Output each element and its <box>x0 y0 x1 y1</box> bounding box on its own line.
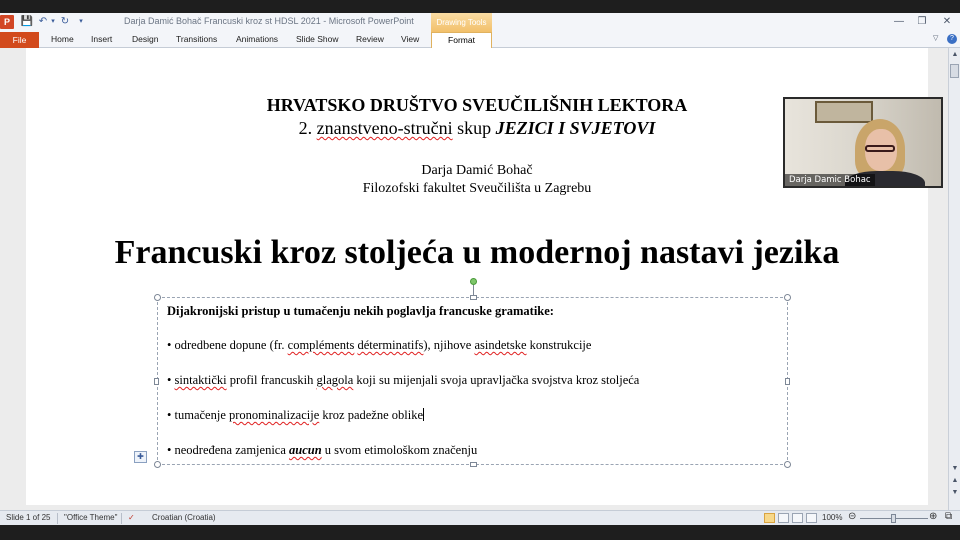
resize-handle-top-left[interactable] <box>154 294 161 301</box>
bottom-letterbox <box>0 525 960 540</box>
slide-counter[interactable]: Slide 1 of 25 <box>6 513 50 522</box>
status-separator <box>121 513 122 524</box>
bullet-item-1: • odredbene dopune (fr. compléments déte… <box>167 338 591 353</box>
tab-format[interactable]: Format <box>431 32 492 48</box>
resize-handle-left[interactable] <box>154 378 159 385</box>
bullet-4-word-aucun: aucun <box>289 443 322 457</box>
bullet-2-text-b: profil francuskih <box>226 373 317 387</box>
ribbon-tab-bar: File Home Insert Design Transitions Anim… <box>0 32 960 48</box>
webcam-person-glasses <box>865 145 895 152</box>
tab-design[interactable]: Design <box>132 34 158 44</box>
slide-sorter-view-button[interactable] <box>778 513 789 523</box>
bullet-1-text-c: konstrukcije <box>526 338 592 352</box>
zoom-in-icon[interactable]: ⊕ <box>929 511 937 522</box>
next-slide-icon[interactable]: ▼ <box>950 488 960 498</box>
normal-view-button[interactable] <box>764 513 775 523</box>
bullet-1-word-complements: compléments <box>287 338 355 352</box>
presentation-title[interactable]: Francuski kroz stoljeća u modernoj nasta… <box>26 234 928 272</box>
text-box-heading: Dijakronijski pristup u tumačenju nekih … <box>167 304 554 318</box>
bullet-2-text-c: koji su mijenjali svoja upravljačka svoj… <box>353 373 640 387</box>
powerpoint-window: P 💾 ↶ ▾ ↻ ▾ Darja Damić Bohač Francuski … <box>0 0 960 540</box>
conference-skup: skup <box>452 118 496 138</box>
scrollbar-thumb[interactable] <box>950 64 959 78</box>
resize-handle-bottom-left[interactable] <box>154 461 161 468</box>
status-bar: Slide 1 of 25 "Office Theme" ✓ Croatian … <box>0 510 960 525</box>
drawing-tools-contextual-tab: Drawing Tools <box>431 13 492 32</box>
zoom-out-icon[interactable]: ⊝ <box>848 511 856 522</box>
language-indicator[interactable]: Croatian (Croatia) <box>152 513 216 522</box>
conference-number: 2. <box>298 118 317 138</box>
bullet-3-text-a: • tumačenje <box>167 408 229 422</box>
top-letterbox <box>0 0 960 13</box>
close-icon[interactable]: ✕ <box>938 15 956 29</box>
reading-view-button[interactable] <box>792 513 803 523</box>
redo-icon[interactable]: ↻ <box>58 15 72 29</box>
conference-type-word: znanstveno-stručni <box>316 118 453 138</box>
help-icon[interactable]: ? <box>947 34 957 44</box>
tab-insert[interactable]: Insert <box>91 34 112 44</box>
minimize-ribbon-icon[interactable]: ▽ <box>933 34 938 42</box>
paste-options-icon[interactable]: ✚ <box>134 451 147 463</box>
text-cursor <box>423 408 425 421</box>
powerpoint-app-icon[interactable]: P <box>0 15 14 29</box>
resize-handle-bottom-right[interactable] <box>784 461 791 468</box>
bullet-2-word-glagola: glagola <box>316 373 354 387</box>
bullet-4-text-a: • neodređena zamjenica <box>167 443 290 457</box>
resize-handle-bottom[interactable] <box>470 462 477 467</box>
theme-name[interactable]: "Office Theme" <box>64 513 117 522</box>
bullet-item-2: • sintaktički profil francuskih glagola … <box>167 373 639 388</box>
tab-slide-show[interactable]: Slide Show <box>296 34 339 44</box>
previous-slide-icon[interactable]: ▲ <box>950 476 960 486</box>
tab-review[interactable]: Review <box>356 34 384 44</box>
webcam-wall-picture <box>815 101 873 123</box>
bullet-2-text-a: • <box>167 373 175 387</box>
fit-to-window-icon[interactable]: ⧉ <box>945 511 952 522</box>
resize-handle-top[interactable] <box>470 295 477 300</box>
tab-view[interactable]: View <box>401 34 419 44</box>
save-icon[interactable]: 💾 <box>20 15 34 29</box>
window-title: Darja Damić Bohač Francuski kroz st HDSL… <box>124 16 414 26</box>
tab-transitions[interactable]: Transitions <box>176 34 217 44</box>
bullet-1-word-asindetske: asindetske <box>474 338 527 352</box>
scroll-down-icon[interactable]: ▼ <box>950 464 960 474</box>
rotation-handle[interactable] <box>470 278 477 285</box>
zoom-slider-thumb[interactable] <box>891 514 896 523</box>
vertical-scrollbar[interactable]: ▲ ▼ ▲ ▼ <box>948 48 960 510</box>
scroll-up-icon[interactable]: ▲ <box>950 50 960 60</box>
title-bar: P 💾 ↶ ▾ ↻ ▾ Darja Damić Bohač Francuski … <box>0 13 960 32</box>
bullet-3-word-pronominalizacije: pronominalizacije <box>229 408 320 422</box>
spelling-check-icon[interactable]: ✓ <box>128 513 135 522</box>
bullet-1-word-determinatifs: déterminatifs <box>357 338 424 352</box>
tab-home[interactable]: Home <box>51 34 74 44</box>
bullet-1-text-b: ), njihove <box>423 338 475 352</box>
resize-handle-top-right[interactable] <box>784 294 791 301</box>
resize-handle-right[interactable] <box>785 378 790 385</box>
bullet-item-4: • neodređena zamjenica aucun u svom etim… <box>167 443 477 458</box>
customize-toolbar-icon[interactable]: ▾ <box>74 15 88 29</box>
webcam-video-tile: Darja Damic Bohac <box>783 97 943 188</box>
bullet-item-3: • tumačenje pronominalizacije kroz padež… <box>167 408 425 423</box>
bullet-3-text-b: kroz padežne oblike <box>319 408 424 422</box>
bullet-4-text-b: u svom etimološkom značenju <box>321 443 478 457</box>
tab-file[interactable]: File <box>0 32 39 48</box>
slide-show-view-button[interactable] <box>806 513 817 523</box>
minimize-icon[interactable]: — <box>890 15 908 29</box>
bullet-1-text-a: • odredbene dopune (fr. <box>167 338 288 352</box>
status-separator <box>57 513 58 524</box>
restore-icon[interactable]: ❐ <box>913 15 931 29</box>
tab-animations[interactable]: Animations <box>236 34 278 44</box>
conference-name: JEZICI I SVJETOVI <box>495 118 656 138</box>
zoom-level[interactable]: 100% <box>822 513 842 522</box>
selected-text-box[interactable]: Dijakronijski pristup u tumačenju nekih … <box>154 278 791 468</box>
bullet-2-word-sintakticki: sintaktički <box>174 373 227 387</box>
participant-name-label: Darja Damic Bohac <box>785 174 875 186</box>
